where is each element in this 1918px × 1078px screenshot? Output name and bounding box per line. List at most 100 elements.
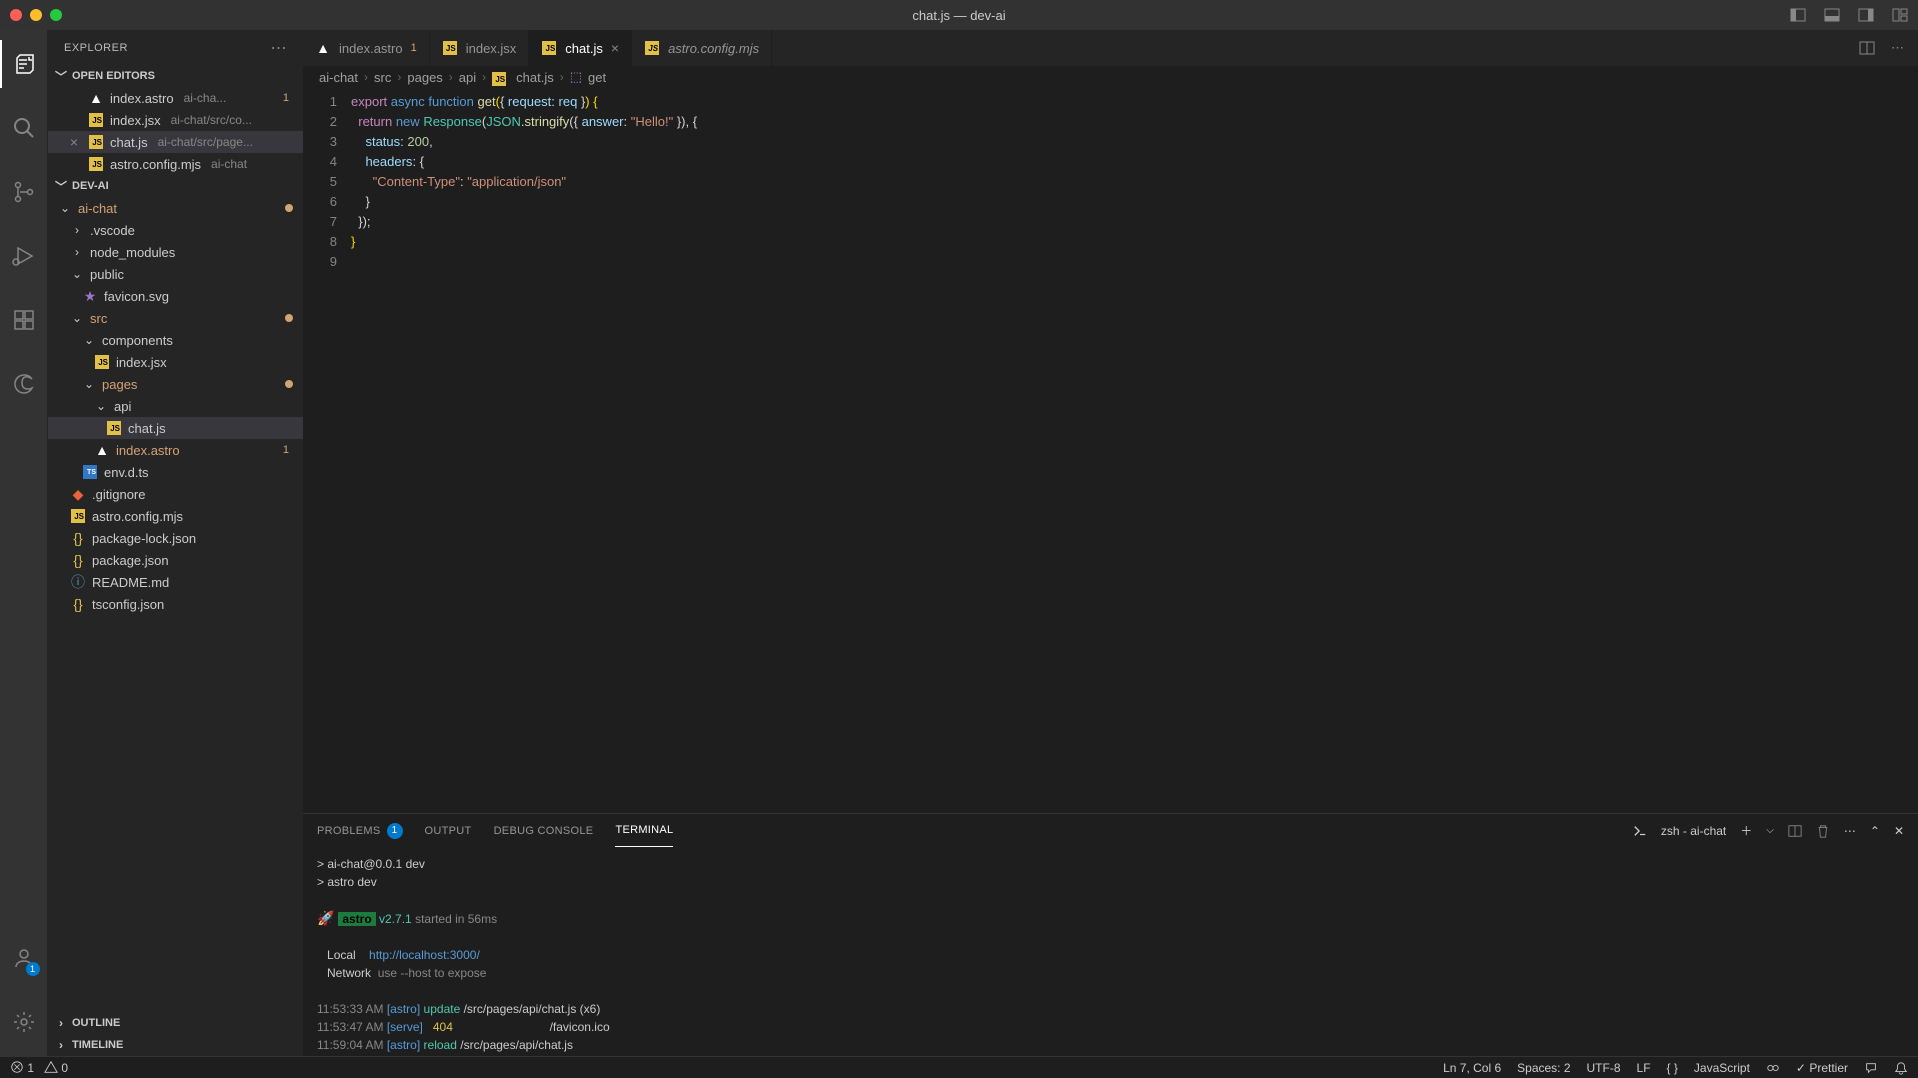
folder-item[interactable]: ⌄ai-chat: [48, 197, 303, 219]
breadcrumb-item[interactable]: src: [374, 70, 391, 85]
terminal-dropdown-icon[interactable]: ⌵: [1766, 825, 1774, 836]
editor-tab[interactable]: JSindex.jsx: [430, 30, 530, 66]
problems-tab[interactable]: PROBLEMS1: [317, 814, 403, 847]
file-label: index.jsx: [110, 113, 161, 128]
language-braces-icon[interactable]: { }: [1667, 1061, 1678, 1075]
accounts-activity[interactable]: 1: [0, 934, 48, 982]
close-icon[interactable]: ×: [66, 134, 82, 150]
customize-layout-icon[interactable]: [1892, 7, 1908, 23]
close-tab-icon[interactable]: ×: [611, 40, 619, 56]
file-item[interactable]: ★favicon.svg: [48, 285, 303, 307]
file-item[interactable]: ◆.gitignore: [48, 483, 303, 505]
encoding[interactable]: UTF-8: [1587, 1061, 1621, 1075]
toggle-sidebar-right-icon[interactable]: [1858, 7, 1874, 23]
problem-tag: 1: [283, 92, 289, 104]
terminal-output[interactable]: > ai-chat@0.0.1 dev > astro dev 🚀 astro …: [303, 847, 1918, 1056]
code-editor[interactable]: 123456789 export async function get({ re…: [303, 88, 1918, 813]
file-item[interactable]: {}package.json: [48, 549, 303, 571]
breadcrumb-item[interactable]: api: [459, 70, 476, 85]
source-control-activity[interactable]: [0, 168, 48, 216]
toggle-sidebar-left-icon[interactable]: [1790, 7, 1806, 23]
language-mode[interactable]: JavaScript: [1694, 1061, 1750, 1075]
file-item[interactable]: {}tsconfig.json: [48, 593, 303, 615]
warning-count[interactable]: 0: [44, 1060, 68, 1075]
folder-item[interactable]: ⌄src: [48, 307, 303, 329]
sidebar-header: EXPLORER ⋯: [48, 30, 303, 65]
file-label: astro.config.mjs: [110, 157, 201, 172]
open-editor-item[interactable]: ▲index.astroai-cha...1: [48, 87, 303, 109]
explorer-more-icon[interactable]: ⋯: [271, 38, 288, 58]
editor-tab[interactable]: ▲index.astro1: [303, 30, 430, 66]
file-item[interactable]: ▲index.astro1: [48, 439, 303, 461]
panel-more-icon[interactable]: ⋯: [1844, 824, 1856, 838]
open-editor-item[interactable]: JSastro.config.mjsai-chat: [48, 153, 303, 175]
status-bar: 1 0 Ln 7, Col 6 Spaces: 2 UTF-8 LF { } J…: [0, 1056, 1918, 1078]
file-item[interactable]: JSchat.js: [48, 417, 303, 439]
timeline-header[interactable]: › TIMELINE: [48, 1034, 303, 1056]
breadcrumbs[interactable]: ai-chat›src›pages›api›JSchat.js›⬚ get: [303, 66, 1918, 88]
folder-item[interactable]: ⌄pages: [48, 373, 303, 395]
breadcrumb-item[interactable]: get: [588, 70, 606, 85]
folder-item[interactable]: ›.vscode: [48, 219, 303, 241]
terminal-name[interactable]: zsh - ai-chat: [1661, 824, 1726, 838]
file-item[interactable]: {}package-lock.json: [48, 527, 303, 549]
workspace-header[interactable]: ﹀ DEV-AI: [48, 175, 303, 197]
editor-tab[interactable]: JSchat.js×: [529, 30, 632, 66]
folder-item[interactable]: ⌄api: [48, 395, 303, 417]
toggle-panel-icon[interactable]: [1824, 7, 1840, 23]
copilot-status-icon[interactable]: [1766, 1061, 1780, 1075]
output-tab[interactable]: OUTPUT: [425, 814, 472, 847]
split-editor-icon[interactable]: [1859, 40, 1875, 56]
extensions-activity[interactable]: [0, 296, 48, 344]
item-label: env.d.ts: [104, 465, 149, 480]
edge-activity[interactable]: [0, 360, 48, 408]
settings-activity[interactable]: [0, 998, 48, 1046]
maximize-window-icon[interactable]: [50, 9, 62, 21]
tab-bar: ▲index.astro1JSindex.jsxJSchat.js×JSastr…: [303, 30, 1918, 66]
item-label: package.json: [92, 553, 169, 568]
close-window-icon[interactable]: [10, 9, 22, 21]
editor-tab[interactable]: JSastro.config.mjs: [632, 30, 772, 66]
file-item[interactable]: ⓘREADME.md: [48, 571, 303, 593]
problems-badge: 1: [387, 823, 403, 839]
terminal-shell-icon: [1633, 824, 1647, 838]
item-label: README.md: [92, 575, 169, 590]
search-activity[interactable]: [0, 104, 48, 152]
new-terminal-icon[interactable]: ＋: [1740, 822, 1752, 839]
cursor-position[interactable]: Ln 7, Col 6: [1443, 1061, 1501, 1075]
open-editor-item[interactable]: JSindex.jsxai-chat/src/co...: [48, 109, 303, 131]
file-item[interactable]: JSindex.jsx: [48, 351, 303, 373]
chevron-right-icon: ›: [560, 70, 564, 84]
timeline-label: TIMELINE: [72, 1039, 123, 1051]
modified-dot-icon: [285, 314, 293, 322]
minimize-window-icon[interactable]: [30, 9, 42, 21]
feedback-icon[interactable]: [1864, 1061, 1878, 1075]
outline-header[interactable]: › OUTLINE: [48, 1012, 303, 1034]
editor-more-icon[interactable]: ⋯: [1891, 40, 1904, 56]
breadcrumb-item[interactable]: pages: [407, 70, 442, 85]
chevron-right-icon: ›: [364, 70, 368, 84]
folder-item[interactable]: ⌄public: [48, 263, 303, 285]
file-item[interactable]: JSastro.config.mjs: [48, 505, 303, 527]
bell-icon[interactable]: [1894, 1061, 1908, 1075]
folder-item[interactable]: ›node_modules: [48, 241, 303, 263]
file-label: chat.js: [110, 135, 148, 150]
error-count[interactable]: 1: [10, 1060, 34, 1075]
debug-console-tab[interactable]: DEBUG CONSOLE: [494, 814, 594, 847]
eol[interactable]: LF: [1637, 1061, 1651, 1075]
breadcrumb-item[interactable]: chat.js: [516, 70, 554, 85]
prettier-status[interactable]: ✓ Prettier: [1796, 1061, 1848, 1075]
split-terminal-icon[interactable]: [1788, 824, 1802, 838]
debug-activity[interactable]: [0, 232, 48, 280]
file-item[interactable]: TSenv.d.ts: [48, 461, 303, 483]
open-editor-item[interactable]: ×JSchat.jsai-chat/src/page...: [48, 131, 303, 153]
maximize-panel-icon[interactable]: ⌃: [1870, 824, 1880, 838]
kill-terminal-icon[interactable]: [1816, 824, 1830, 838]
terminal-tab[interactable]: TERMINAL: [615, 814, 673, 847]
folder-item[interactable]: ⌄components: [48, 329, 303, 351]
indentation[interactable]: Spaces: 2: [1517, 1061, 1570, 1075]
close-panel-icon[interactable]: ✕: [1894, 824, 1904, 838]
explorer-activity[interactable]: [0, 40, 48, 88]
open-editors-header[interactable]: ﹀ OPEN EDITORS: [48, 65, 303, 87]
breadcrumb-item[interactable]: ai-chat: [319, 70, 358, 85]
